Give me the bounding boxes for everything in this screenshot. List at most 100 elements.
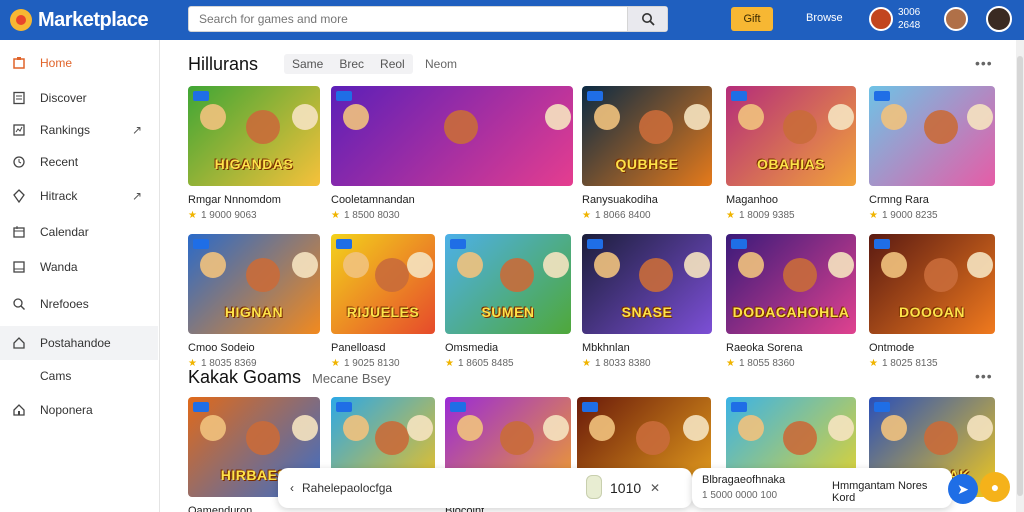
share-button[interactable]: ➤ (948, 474, 978, 504)
top-bar: Marketplace Gift Browse 3006 2648 (0, 0, 1024, 40)
character-figure (881, 252, 907, 278)
star-icon: ★ (445, 358, 454, 369)
character-figure (343, 415, 369, 441)
search-button[interactable] (627, 7, 667, 31)
game-stats: 1 8605 8485 (457, 358, 514, 369)
new-badge-icon (450, 402, 466, 412)
profile-avatar[interactable] (986, 6, 1012, 32)
section-title: Kakak Goams (188, 367, 302, 387)
game-title[interactable]: Crmng Rara (869, 194, 995, 206)
new-badge-icon (193, 91, 209, 101)
game-card[interactable]: SUMEN Omsmedia ★ 1 8605 8485 (445, 234, 571, 369)
arrow-left-icon[interactable]: ‹ (290, 481, 294, 495)
game-title[interactable]: Panelloasd (331, 342, 435, 354)
character-figure (407, 252, 433, 278)
game-stats: 1 8035 8369 (200, 358, 257, 369)
game-meta: ★ 1 9000 9063 (188, 210, 320, 221)
more-options-icon[interactable]: ••• (975, 368, 993, 384)
sidebar-item-label: Hitrack (40, 189, 78, 203)
game-card[interactable]: RIJUELES Panelloasd ★ 1 9025 8130 (331, 234, 435, 369)
scrollbar[interactable] (1016, 40, 1024, 512)
sidebar-item-hitrack[interactable]: Hitrack ↗ (0, 179, 158, 213)
game-title[interactable]: Omsmedia (445, 342, 571, 354)
sidebar-item-search[interactable]: Nrefooes (0, 287, 158, 321)
character-figure (200, 415, 226, 441)
game-thumbnail[interactable] (869, 86, 995, 186)
game-title[interactable]: Ontmode (869, 342, 995, 354)
info-button[interactable]: ● (980, 472, 1010, 502)
game-title[interactable]: Cooletamnandan (331, 194, 573, 206)
game-thumbnail[interactable]: RIJUELES (331, 234, 435, 334)
game-thumbnail[interactable]: SUMEN (445, 234, 571, 334)
stats-line-1: 3006 (898, 7, 921, 18)
filter-tab[interactable]: Brec (331, 57, 372, 71)
game-card[interactable]: QUBHSE Ranysuakodiha ★ 1 8066 8400 (582, 86, 712, 221)
sidebar-item-label: Recent (40, 155, 79, 169)
game-thumbnail[interactable]: HIGANDAS (188, 86, 320, 186)
game-card[interactable]: DOOOAN Ontmode ★ 1 8025 8135 (869, 234, 995, 369)
filter-tab[interactable]: Same (284, 57, 331, 71)
app-window: Marketplace Gift Browse 3006 2648 H (0, 0, 1024, 512)
game-card[interactable]: Crmng Rara ★ 1 9000 8235 (869, 86, 995, 221)
game-card[interactable]: HIGANDAS Rmgar Nnnomdom ★ 1 9000 9063 (188, 86, 320, 221)
game-title[interactable]: Mbkhnlan (582, 342, 712, 354)
filter-tab[interactable]: Reol (372, 57, 413, 71)
sidebar-item-calendar[interactable]: Calendar (0, 215, 158, 249)
star-icon: ★ (582, 358, 591, 369)
gift-button[interactable]: Gift (731, 7, 773, 31)
notification-bar[interactable]: Blbragaeofhnaka 1 5000 0000 100 Hmmganta… (692, 468, 952, 508)
game-card[interactable]: Cooletamnandan ★ 1 8500 8030 (331, 86, 573, 221)
brand[interactable]: Marketplace (0, 9, 180, 32)
game-title[interactable]: Ranysuakodiha (582, 194, 712, 206)
sidebar-item-discover[interactable]: Discover (0, 81, 158, 115)
game-card[interactable]: HIGNAN Cmoo Sodeio ★ 1 8035 8369 (188, 234, 320, 369)
game-meta: ★ 1 8055 8360 (726, 358, 856, 369)
browse-link[interactable]: Browse (806, 12, 843, 24)
character-figure (343, 252, 369, 278)
character-figure (444, 110, 478, 144)
avatar-friend[interactable] (944, 7, 968, 31)
game-thumbnail[interactable]: HIGNAN (188, 234, 320, 334)
avatar[interactable] (869, 7, 893, 31)
character-figure (683, 415, 709, 441)
character-figure (500, 421, 534, 455)
close-icon[interactable]: ✕ (650, 481, 660, 495)
game-thumbnail[interactable] (331, 86, 573, 186)
search-input[interactable] (189, 7, 627, 31)
game-stats: 1 9025 8130 (343, 358, 400, 369)
section-subtitle: Mecane Bsey (312, 371, 391, 386)
star-icon: ★ (188, 210, 197, 221)
sidebar-item-rankings[interactable]: Rankings ↗ (0, 113, 158, 147)
game-stats: 1 8009 9385 (738, 210, 795, 221)
game-title[interactable]: Cmoo Sodeio (188, 342, 320, 354)
sidebar-item-noponera[interactable]: Noponera (0, 393, 158, 427)
game-title[interactable]: Maganhoo (726, 194, 856, 206)
game-thumbnail[interactable]: QUBHSE (582, 86, 712, 186)
game-thumbnail[interactable]: SNASE (582, 234, 712, 334)
star-icon: ★ (869, 358, 878, 369)
filter-tab[interactable]: Neom (425, 57, 457, 71)
game-title[interactable]: Rmgar Nnnomdom (188, 194, 320, 206)
sidebar-item-recent[interactable]: Recent (0, 145, 158, 179)
expand-arrow-icon[interactable]: ↗ (132, 189, 142, 203)
scrollbar-thumb[interactable] (1017, 56, 1023, 496)
character-figure (924, 421, 958, 455)
sidebar-item-home[interactable]: Home (0, 46, 158, 80)
game-title[interactable]: Raeoka Sorena (726, 342, 856, 354)
game-card[interactable]: DODACAHOHLA Raeoka Sorena ★ 1 8055 8360 (726, 234, 856, 369)
chart-icon (12, 123, 26, 137)
character-figure (375, 421, 409, 455)
sidebar-item-wanda[interactable]: Wanda (0, 250, 158, 284)
game-thumbnail[interactable]: OBAHIAS (726, 86, 856, 186)
info-icon: ● (990, 479, 1000, 495)
more-options-icon[interactable]: ••• (975, 55, 993, 71)
sidebar-item-cams[interactable]: Cams (0, 359, 158, 393)
game-thumbnail[interactable]: DOOOAN (869, 234, 995, 334)
game-card[interactable]: SNASE Mbkhnlan ★ 1 8033 8380 (582, 234, 712, 369)
game-card[interactable]: OBAHIAS Maganhoo ★ 1 8009 9385 (726, 86, 856, 221)
sidebar-item-postahandoe[interactable]: Postahandoe (0, 326, 158, 360)
now-playing-bar[interactable]: ‹ Rahelepaolocfga 1010 ✕ (278, 468, 692, 508)
star-icon: ★ (582, 210, 591, 221)
expand-arrow-icon[interactable]: ↗ (132, 123, 142, 137)
game-thumbnail[interactable]: DODACAHOHLA (726, 234, 856, 334)
